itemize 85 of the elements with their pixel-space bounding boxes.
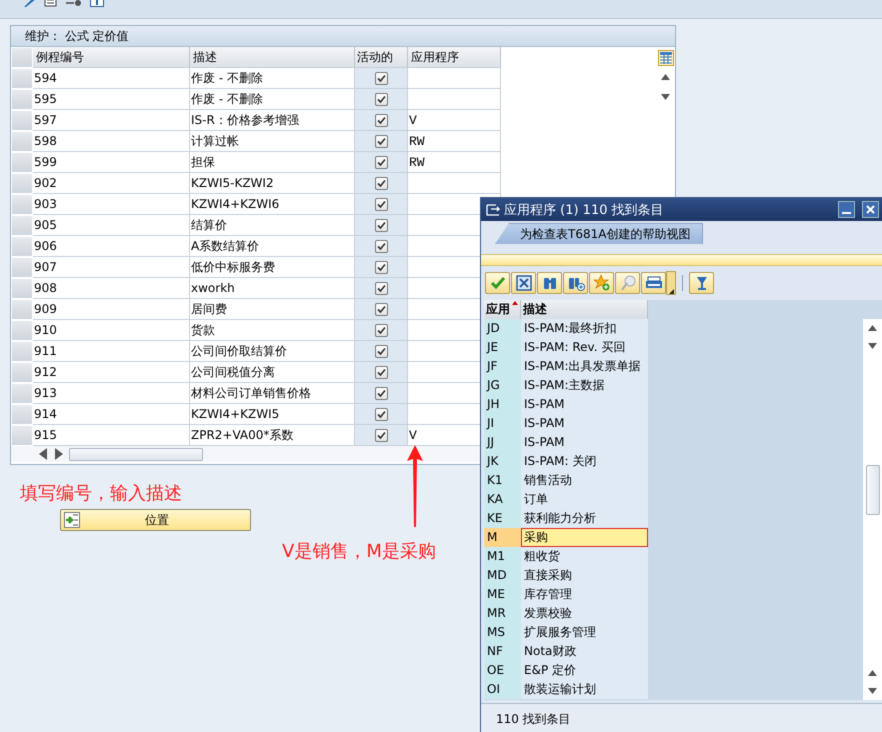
checkbox[interactable] xyxy=(374,282,388,294)
annotation-text: 填写编号，输入描述 xyxy=(20,482,182,505)
position-button[interactable]: 位置 xyxy=(60,509,251,531)
pencil-icon[interactable] xyxy=(22,0,36,7)
scrollbar-thumb[interactable] xyxy=(69,448,203,460)
checkbox[interactable] xyxy=(374,156,388,168)
minimize-icon xyxy=(842,212,851,214)
scroll-right-icon[interactable] xyxy=(53,448,65,460)
scroll-down-icon[interactable] xyxy=(868,343,877,349)
window-title: 应用程序 (1) 110 找到条目 xyxy=(504,202,665,218)
table-cell: 599 xyxy=(33,152,190,173)
checkbox[interactable] xyxy=(374,302,388,316)
scroll-up-icon[interactable] xyxy=(868,670,877,676)
scroll-down-icon[interactable] xyxy=(868,688,877,694)
checkbox[interactable] xyxy=(374,344,388,358)
toolbar-button[interactable] xyxy=(589,272,614,294)
checkbox[interactable] xyxy=(374,428,388,442)
table-cell: 909 xyxy=(33,299,190,320)
table-cell: 594 xyxy=(33,68,190,89)
checkbox[interactable] xyxy=(374,386,388,400)
checkbox[interactable] xyxy=(374,240,388,252)
table-cell: 597 xyxy=(33,110,190,131)
column-header[interactable]: 例程编号 xyxy=(33,47,190,68)
table-cell: 595 xyxy=(33,89,190,110)
checkbox[interactable] xyxy=(374,260,388,274)
checkbox[interactable] xyxy=(374,366,388,378)
caret-icon xyxy=(668,289,674,294)
close-icon xyxy=(514,274,532,292)
toolbar-button[interactable] xyxy=(563,272,588,294)
table-cell: RW xyxy=(408,131,501,152)
checkbox[interactable] xyxy=(374,176,388,190)
column-header[interactable]: 描述 xyxy=(521,300,648,319)
annotation-text: V是销售，M是采购 xyxy=(282,540,436,563)
column-header[interactable]: 应用 xyxy=(484,300,521,319)
table-cell: 906 xyxy=(33,236,190,257)
check-icon xyxy=(488,274,506,292)
toolbar-button[interactable] xyxy=(689,272,714,294)
scroll-up-icon[interactable] xyxy=(661,74,670,80)
document-icon[interactable] xyxy=(44,0,57,7)
table-cell: 903 xyxy=(33,194,190,215)
scrollbar-thumb[interactable] xyxy=(866,465,880,515)
info-icon[interactable] xyxy=(90,0,104,7)
scroll-left-icon[interactable] xyxy=(37,448,49,460)
enter-icon xyxy=(64,512,80,528)
table-cell: 914 xyxy=(33,404,190,425)
list-icon[interactable] xyxy=(65,0,82,7)
checkbox[interactable] xyxy=(374,408,388,420)
table-cell: 908 xyxy=(33,278,190,299)
close-button[interactable] xyxy=(862,201,879,218)
table-cell: 913 xyxy=(33,383,190,404)
scroll-up-icon[interactable] xyxy=(868,325,877,331)
grid-icon[interactable] xyxy=(658,50,674,66)
table-cell: 598 xyxy=(33,131,190,152)
toolbar-button[interactable] xyxy=(641,272,666,294)
checkbox[interactable] xyxy=(374,324,388,336)
column-header[interactable]: 活动的 xyxy=(355,47,408,68)
table-cell: 911 xyxy=(33,341,190,362)
panel-title: 维护： 公式 定价值 xyxy=(11,26,675,47)
sort-icon xyxy=(512,301,518,305)
table-cell: V xyxy=(408,110,501,131)
table-cell: 910 xyxy=(33,320,190,341)
dropdown-button[interactable] xyxy=(666,271,676,295)
column-header[interactable]: 应用程序 xyxy=(408,47,501,68)
tab[interactable]: 为检查表T681A创建的帮助视图 xyxy=(495,223,704,244)
window-icon xyxy=(486,204,500,216)
scroll-down-icon[interactable] xyxy=(661,94,670,100)
checkbox[interactable] xyxy=(374,134,388,148)
checkbox[interactable] xyxy=(374,72,388,84)
status-text: 110 找到条目 xyxy=(481,703,882,732)
checkbox[interactable] xyxy=(374,92,388,106)
star-plus-icon xyxy=(592,274,610,292)
column-header[interactable]: 描述 xyxy=(190,47,355,68)
table-cell: 912 xyxy=(33,362,190,383)
checkbox[interactable] xyxy=(374,218,388,232)
table-cell: RW xyxy=(408,152,501,173)
table-cell: 902 xyxy=(33,173,190,194)
toolbar-button[interactable] xyxy=(537,272,562,294)
minimize-button[interactable] xyxy=(838,201,855,218)
toolbar-button[interactable] xyxy=(485,272,510,294)
checkbox[interactable] xyxy=(374,114,388,126)
close-icon xyxy=(866,205,875,214)
table-cell: 907 xyxy=(33,257,190,278)
checkbox[interactable] xyxy=(374,198,388,210)
table-cell: 905 xyxy=(33,215,190,236)
toolbar-button[interactable] xyxy=(511,272,536,294)
